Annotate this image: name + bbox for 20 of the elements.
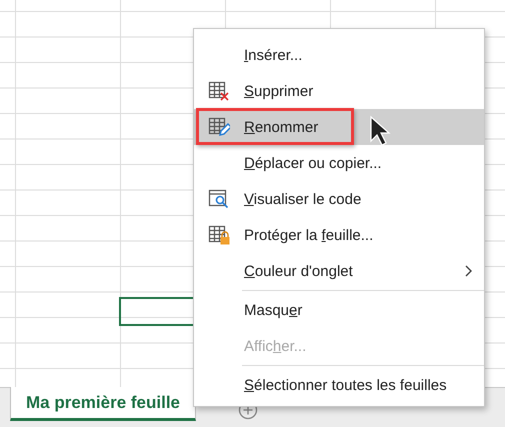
menu-item-label: Sélectionner toutes les feuilles [244,376,447,394]
menu-item[interactable]: Couleur d'onglet [194,253,484,289]
menu-item-label: Protéger la feuille... [244,226,374,244]
menu-item-label: Afficher... [244,338,306,354]
menu-item[interactable]: Sélectionner toutes les feuilles [194,367,484,403]
menu-item-label: Masquer [244,302,302,318]
menu-item-label: Insérer... [244,46,302,64]
menu-item[interactable]: Déplacer ou copier... [194,145,484,181]
menu-item-label: Déplacer ou copier... [244,154,382,172]
menu-item-label: Visualiser le code [244,190,362,208]
menu-item[interactable]: Masquer [194,292,484,328]
menu-item[interactable]: Insérer... [194,37,484,73]
menu-item[interactable]: Protéger la feuille... [194,217,484,253]
menu-item[interactable]: Visualiser le code [194,181,484,217]
menu-item-label: Supprimer [244,82,314,100]
sheet-tab[interactable]: Ma première feuille [10,387,196,421]
menu-item[interactable]: Renommer [194,109,484,145]
menu-item[interactable]: Supprimer [194,73,484,109]
menu-item-label: Renommer [244,118,318,136]
menu-item-label: Couleur d'onglet [244,262,353,280]
